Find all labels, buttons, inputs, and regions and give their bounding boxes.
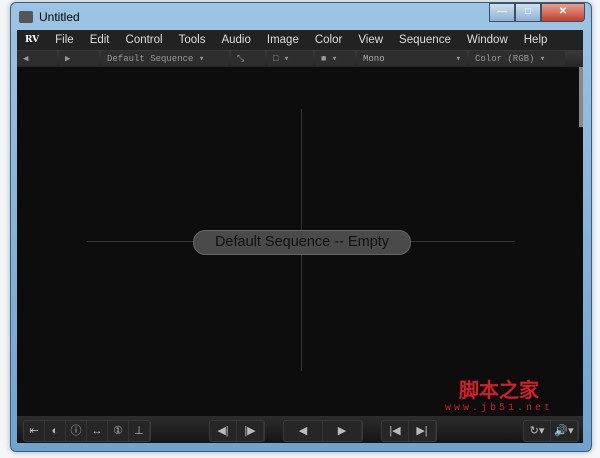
watermark-url: www.jb51.net	[444, 403, 553, 414]
wipe-button[interactable]: ⤡	[231, 51, 265, 66]
close-button[interactable]: ✕	[541, 3, 585, 22]
menu-audio[interactable]: Audio	[213, 34, 258, 46]
title-bar: Untitled	[19, 7, 80, 27]
menu-tools[interactable]: Tools	[171, 34, 214, 46]
minimize-button[interactable]: —	[489, 3, 515, 22]
bottom-bar: ⇤ ◐ ⓘ ↔ ① ⊥ ◀| |▶ ◀ ▶ |◀ ▶| ↻▾ 🔊▾	[17, 416, 583, 443]
channel-value: Mono	[363, 53, 385, 64]
forward-button[interactable]: ▶	[59, 51, 99, 66]
app-window: Untitled — □ ✕ RV File Edit Control Tool…	[10, 2, 592, 452]
palette-icon[interactable]: ◐	[45, 421, 66, 441]
empty-sequence-message: Default Sequence -- Empty	[193, 230, 411, 255]
step-back-button[interactable]: ◀|	[210, 421, 237, 441]
go-start-button[interactable]: |◀	[382, 421, 409, 441]
volume-icon[interactable]: 🔊▾	[551, 421, 578, 441]
menu-color[interactable]: Color	[307, 34, 350, 46]
play-backward-button[interactable]: ◀	[284, 421, 323, 441]
menu-view[interactable]: View	[350, 34, 391, 46]
color-dropdown[interactable]: Color (RGB) ▾	[469, 51, 565, 66]
maximize-button[interactable]: □	[515, 3, 541, 22]
info-icon[interactable]: ⓘ	[66, 421, 87, 441]
back-button[interactable]: ◀	[17, 51, 57, 66]
toolbar: ◀ ▶ Default Sequence ▾ ⤡ □ ▾ ■ ▾ Mono ▾ C…	[17, 50, 583, 67]
channel-dropdown[interactable]: Mono ▾	[357, 51, 467, 66]
loop-icon[interactable]: ↻▾	[524, 421, 551, 441]
watermark: 脚本之家 www.jb51.net	[445, 374, 553, 414]
scrollbar[interactable]	[579, 67, 583, 127]
chevron-down-icon: ▾	[455, 53, 461, 64]
image-viewer[interactable]: Default Sequence -- Empty 脚本之家 www.jb51.n…	[17, 67, 583, 416]
watermark-cn: 脚本之家	[458, 380, 539, 402]
menu-image[interactable]: Image	[259, 34, 307, 46]
baseline-icon[interactable]: ⊥	[129, 421, 150, 441]
swap-icon[interactable]: ↔	[87, 421, 108, 441]
menu-edit[interactable]: Edit	[82, 34, 118, 46]
play-forward-button[interactable]: ▶	[323, 421, 362, 441]
window-title: Untitled	[39, 10, 80, 24]
menu-help[interactable]: Help	[516, 34, 556, 46]
step-forward-button[interactable]: |▶	[237, 421, 264, 441]
sequence-dropdown[interactable]: Default Sequence ▾	[101, 51, 229, 66]
menu-window[interactable]: Window	[459, 34, 516, 46]
menu-file[interactable]: File	[47, 34, 82, 46]
menu-bar: RV File Edit Control Tools Audio Image C…	[17, 30, 583, 50]
menu-sequence[interactable]: Sequence	[391, 34, 459, 46]
frame-dropdown[interactable]: □ ▾	[267, 51, 313, 66]
app-icon	[19, 11, 33, 23]
timer-icon[interactable]: ①	[108, 421, 129, 441]
go-end-button[interactable]: ▶|	[409, 421, 436, 441]
menu-control[interactable]: Control	[118, 34, 171, 46]
background-dropdown[interactable]: ■ ▾	[315, 51, 355, 66]
menu-rv[interactable]: RV	[17, 35, 47, 45]
exit-icon[interactable]: ⇤	[24, 421, 45, 441]
